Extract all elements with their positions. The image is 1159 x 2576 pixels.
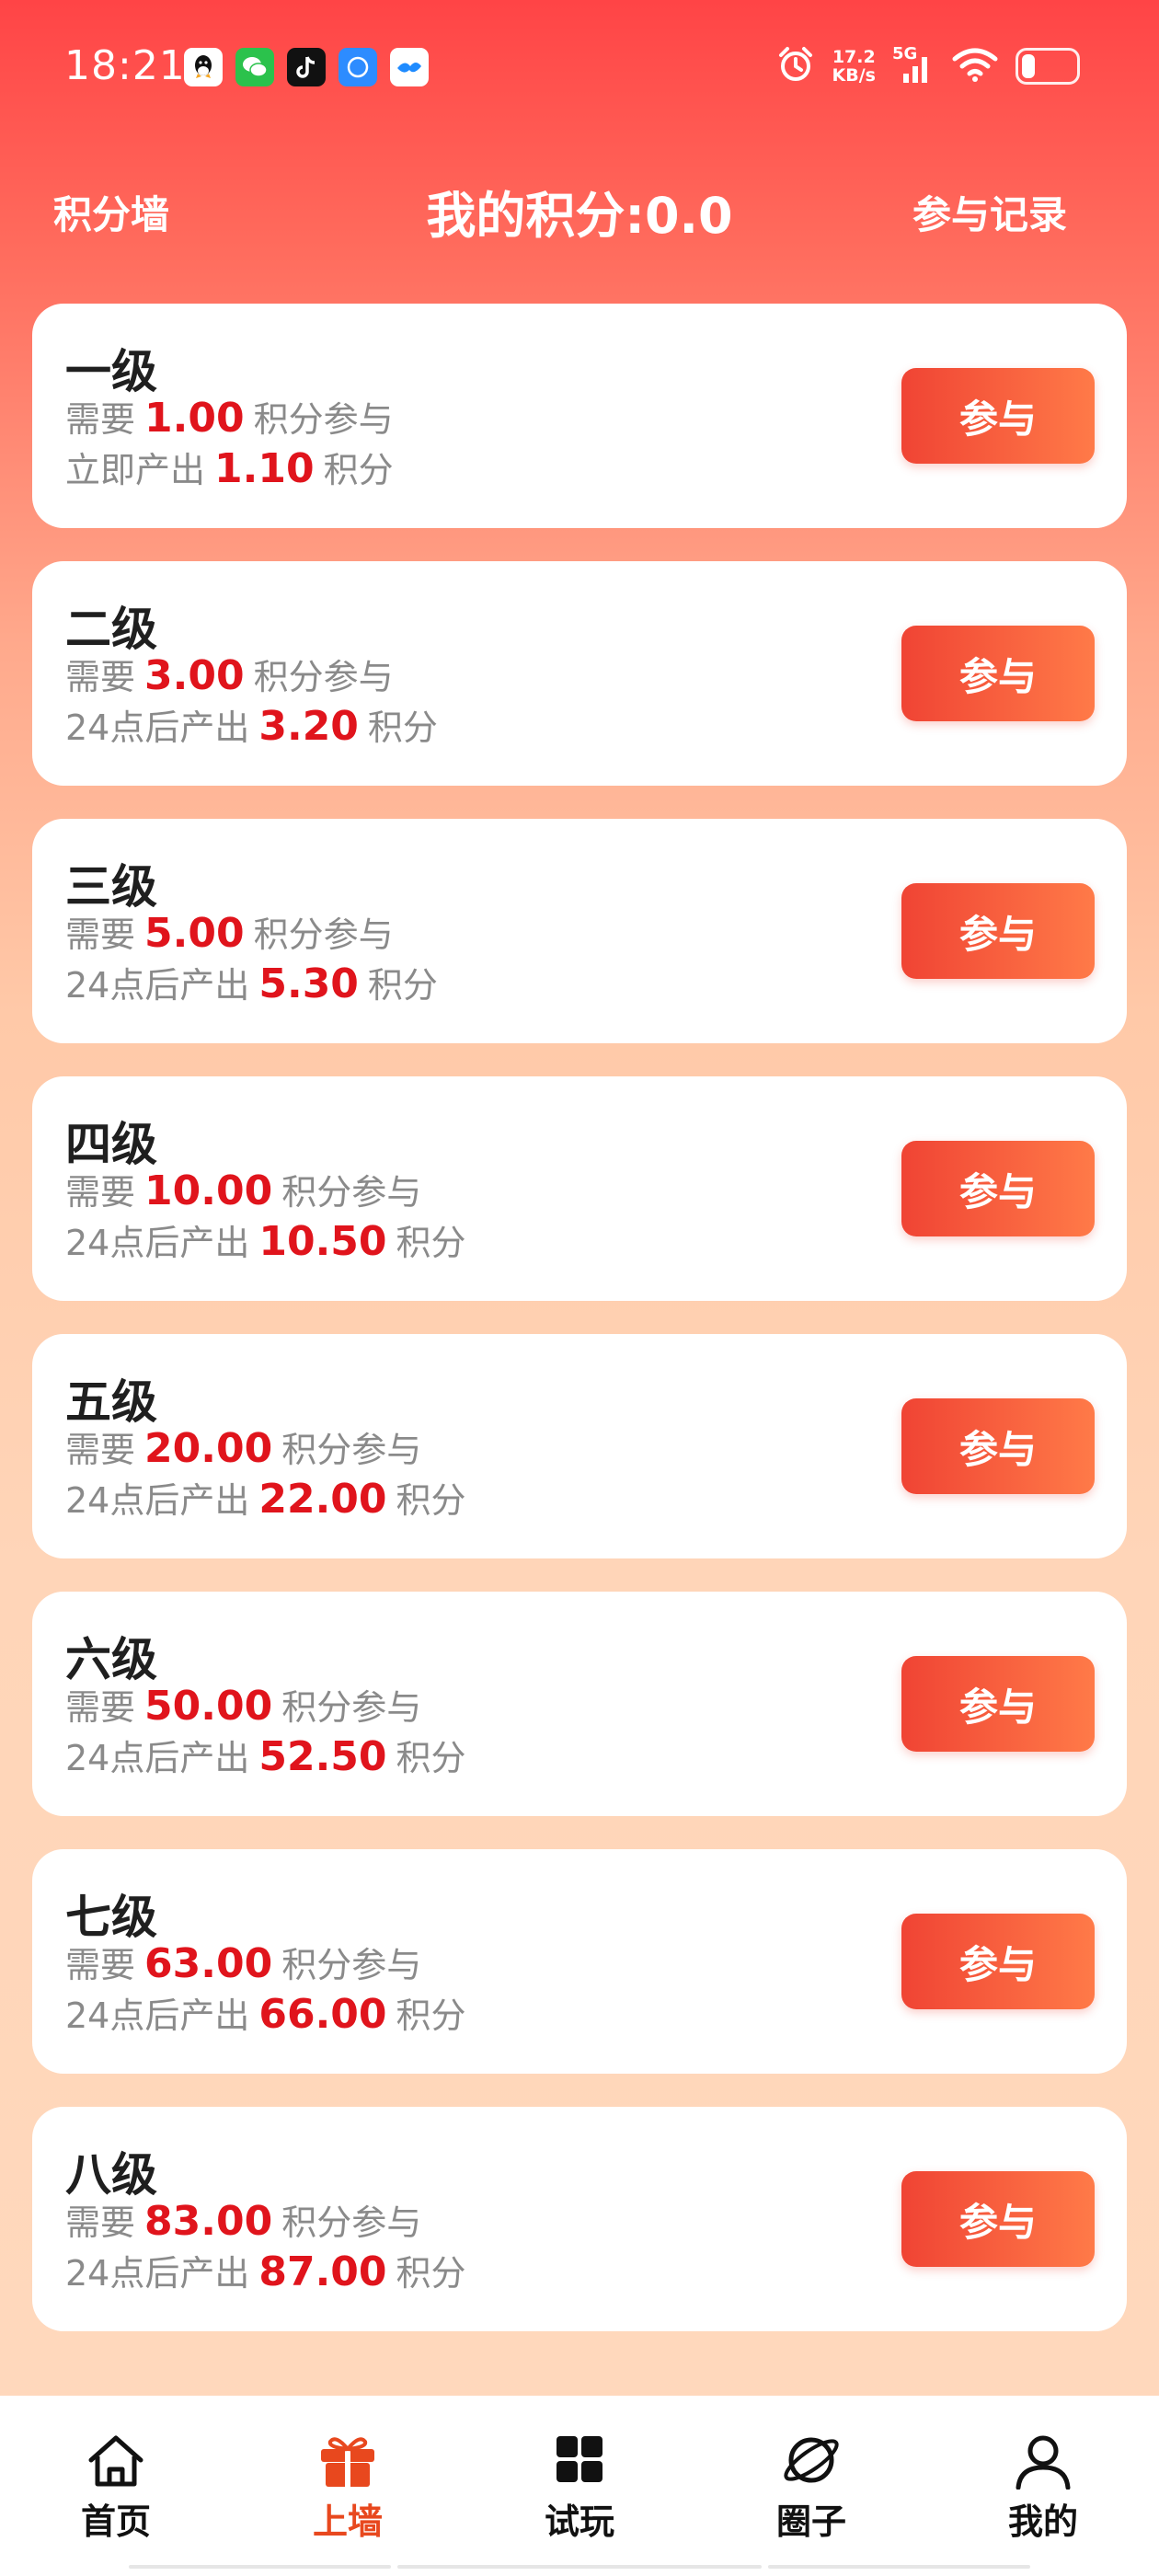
alarm-icon (775, 44, 816, 88)
join-button[interactable]: 参与 (901, 626, 1095, 721)
level-requirement: 需要 5.00 积分参与 (65, 910, 394, 957)
required-points: 83.00 (144, 2198, 273, 2245)
level-requirement: 需要 50.00 积分参与 (65, 1683, 422, 1730)
nav-trial[interactable]: 试玩 (488, 2396, 671, 2576)
level-output: 24点后产出 22.00 积分 (65, 1476, 466, 1523)
tiktok-icon (287, 48, 326, 86)
required-points: 1.00 (144, 395, 245, 442)
level-card: 四级 需要 10.00 积分参与 24点后产出 10.50 积分 参与 (32, 1076, 1127, 1301)
level-card: 八级 需要 83.00 积分参与 24点后产出 87.00 积分 参与 (32, 2107, 1127, 2331)
level-card: 三级 需要 5.00 积分参与 24点后产出 5.30 积分 参与 (32, 819, 1127, 1043)
join-button[interactable]: 参与 (901, 883, 1095, 979)
level-card: 七级 需要 63.00 积分参与 24点后产出 66.00 积分 参与 (32, 1849, 1127, 2074)
level-output: 24点后产出 5.30 积分 (65, 960, 438, 1007)
required-points: 20.00 (144, 1425, 273, 1472)
planet-icon (779, 2432, 843, 2490)
level-output: 24点后产出 52.50 积分 (65, 1733, 466, 1780)
wifi-icon (951, 46, 999, 86)
output-points: 1.10 (214, 445, 315, 492)
join-button[interactable]: 参与 (901, 1398, 1095, 1494)
payment-app-icon (339, 48, 377, 86)
status-time: 18:21 (64, 42, 186, 89)
nav-circle[interactable]: 圈子 (719, 2396, 903, 2576)
output-points: 52.50 (258, 1733, 387, 1780)
level-requirement: 需要 3.00 积分参与 (65, 652, 394, 699)
output-points: 22.00 (258, 1476, 387, 1523)
level-output: 24点后产出 10.50 积分 (65, 1218, 466, 1265)
join-button[interactable]: 参与 (901, 1141, 1095, 1236)
required-points: 50.00 (144, 1683, 273, 1730)
level-card: 六级 需要 50.00 积分参与 24点后产出 52.50 积分 参与 (32, 1592, 1127, 1816)
required-points: 5.00 (144, 910, 245, 957)
level-output: 24点后产出 3.20 积分 (65, 703, 438, 750)
level-requirement: 需要 83.00 积分参与 (65, 2198, 422, 2245)
page-header: 积分墙 我的积分:0.0 参与记录 (0, 175, 1159, 248)
level-card: 二级 需要 3.00 积分参与 24点后产出 3.20 积分 参与 (32, 561, 1127, 786)
wechat-icon (235, 48, 274, 86)
level-card: 一级 需要 1.00 积分参与 立即产出 1.10 积分 参与 (32, 304, 1127, 528)
notification-icons (184, 48, 429, 86)
level-card: 五级 需要 20.00 积分参与 24点后产出 22.00 积分 参与 (32, 1334, 1127, 1558)
required-points: 63.00 (144, 1940, 273, 1987)
grid-icon (547, 2432, 612, 2490)
bottom-nav: 首页 上墙 试玩 圈子 我的 (0, 2396, 1159, 2576)
required-points: 3.00 (144, 652, 245, 699)
output-points: 87.00 (258, 2248, 387, 2295)
participation-records-link[interactable]: 参与记录 (912, 184, 1067, 240)
output-points: 5.30 (258, 960, 359, 1007)
network-speed: 17.2 KB/s (832, 47, 876, 86)
output-points: 3.20 (258, 703, 359, 750)
level-requirement: 需要 10.00 积分参与 (65, 1167, 422, 1214)
home-indicator (0, 2565, 1159, 2570)
nav-wall[interactable]: 上墙 (256, 2396, 440, 2576)
required-points: 10.00 (144, 1167, 273, 1214)
level-requirement: 需要 63.00 积分参与 (65, 1940, 422, 1987)
qq-icon (184, 48, 223, 86)
nav-profile[interactable]: 我的 (951, 2396, 1135, 2576)
level-requirement: 需要 20.00 积分参与 (65, 1425, 422, 1472)
bird-app-icon (390, 48, 429, 86)
battery-icon (1016, 48, 1080, 85)
nav-home[interactable]: 首页 (24, 2396, 208, 2576)
join-button[interactable]: 参与 (901, 368, 1095, 464)
cellular-signal-icon: 5G (892, 44, 935, 85)
output-points: 66.00 (258, 1991, 387, 2038)
join-button[interactable]: 参与 (901, 1914, 1095, 2009)
gift-icon (316, 2432, 380, 2490)
level-output: 立即产出 1.10 积分 (65, 445, 394, 492)
status-indicators: 17.2 KB/s 5G (775, 44, 1080, 88)
level-requirement: 需要 1.00 积分参与 (65, 395, 394, 442)
status-bar: 18:21 17.2 KB/s 5G (0, 0, 1159, 138)
join-button[interactable]: 参与 (901, 2171, 1095, 2267)
home-icon (84, 2432, 148, 2490)
join-button[interactable]: 参与 (901, 1656, 1095, 1752)
user-icon (1011, 2432, 1075, 2490)
level-output: 24点后产出 87.00 积分 (65, 2248, 466, 2295)
level-output: 24点后产出 66.00 积分 (65, 1991, 466, 2038)
output-points: 10.50 (258, 1218, 387, 1265)
